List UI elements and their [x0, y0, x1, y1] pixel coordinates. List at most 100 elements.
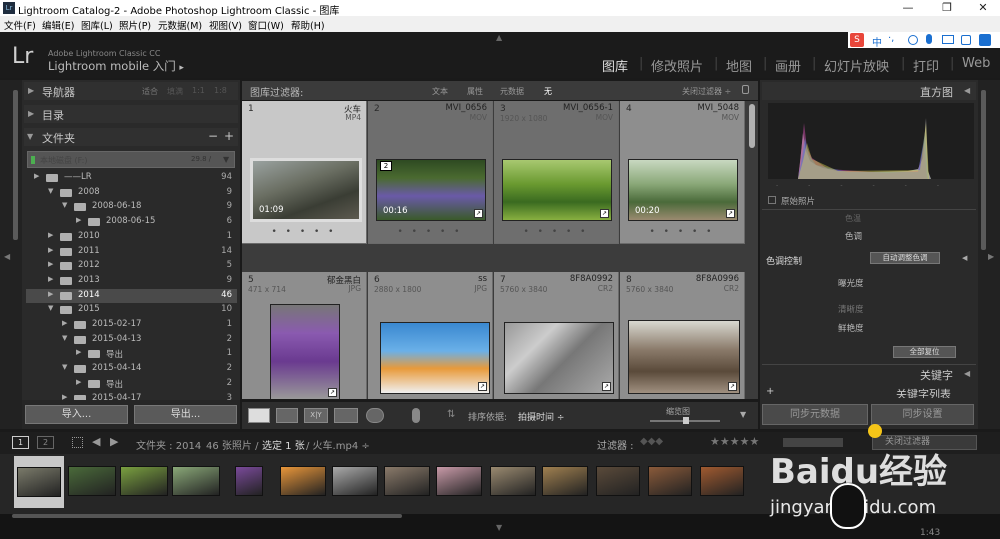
compare-view-icon[interactable]: X|Y — [304, 408, 328, 423]
expand-icon[interactable]: ▶ — [48, 246, 53, 254]
keyword-list-header[interactable]: + 关键字列表 — [762, 386, 976, 398]
toolbar-menu-icon[interactable]: ▼ — [740, 410, 746, 419]
nav-fit[interactable]: 适合 — [142, 86, 158, 97]
filmstrip-item[interactable] — [68, 466, 116, 496]
folder-row[interactable]: ▼ 2008-06-18 9 — [26, 200, 237, 215]
grid-scrollbar[interactable] — [749, 104, 755, 148]
folder-row[interactable]: ▶ 导出 1 — [26, 347, 237, 362]
expand-icon[interactable]: ▶ — [34, 172, 39, 180]
filmstrip-item[interactable] — [648, 466, 692, 496]
ime-punct[interactable]: ·, — [888, 33, 894, 44]
filmstrip-scrollbar[interactable] — [12, 514, 402, 518]
grid-icon[interactable] — [72, 437, 83, 448]
ime-mode[interactable]: 中 — [872, 34, 882, 49]
menu-view[interactable]: 视图(V) — [209, 18, 242, 32]
module-book[interactable]: 画册 — [775, 56, 801, 75]
grid-cell[interactable]: 1 火车 MP4 01:09 • • • • • — [242, 101, 367, 244]
menu-edit[interactable]: 编辑(E) — [42, 18, 74, 32]
close-button[interactable]: ✕ — [968, 1, 998, 14]
emoji-icon[interactable] — [908, 35, 918, 45]
folder-row[interactable]: ▼ 2008 9 — [26, 186, 237, 201]
filmstrip-item[interactable] — [436, 466, 482, 496]
thumbnail-slider-handle[interactable] — [683, 417, 689, 424]
folder-row[interactable]: ▶ 导出 2 — [26, 377, 237, 392]
collapse-left-icon[interactable]: ◀ — [4, 252, 10, 261]
grid-cell[interactable]: 6 ss JPG 2880 x 1800 ↗ — [368, 272, 493, 399]
filter-none[interactable]: 无 — [544, 86, 552, 97]
catalog-header[interactable]: ▶ 目录 — [24, 105, 238, 123]
menu-photo[interactable]: 照片(P) — [119, 18, 151, 32]
auto-tone-button[interactable]: 自动调整色调 — [870, 252, 940, 264]
nav-fill[interactable]: 填满 — [167, 86, 183, 97]
tone-control-icon[interactable]: ◀ — [962, 254, 967, 262]
expand-icon[interactable]: ▶ — [76, 348, 81, 356]
filter-attribute[interactable]: 属性 — [467, 86, 483, 97]
grid-cell[interactable]: 5 郁金黑白 JPG 471 x 714 ↗ — [242, 272, 367, 399]
sort-dropdown[interactable]: 拍摄时间 ÷ — [518, 410, 564, 423]
filmstrip-item[interactable] — [172, 466, 220, 496]
sort-direction-icon[interactable]: ⇅ — [447, 409, 455, 420]
grid-cell[interactable]: 4 MVI_5048 MOV 00:20 ↗ • • • • • — [620, 101, 745, 244]
expand-icon[interactable]: ▶ — [76, 216, 81, 224]
lightroom-mobile-link[interactable]: Lightroom mobile 入门 ▸ — [48, 58, 184, 74]
filmstrip-item[interactable] — [332, 466, 378, 496]
navigator-header[interactable]: ▶ 导航器 适合 填满 1:1 1:8 — [24, 82, 238, 100]
module-print[interactable]: 打印 — [913, 56, 939, 75]
source-path[interactable]: 文件夹 : 2014 — [136, 437, 201, 452]
folders-header[interactable]: ▼ 文件夹 − + — [24, 128, 238, 146]
tone-buttons[interactable] — [870, 230, 960, 240]
filter-preset-dropdown[interactable]: 关闭过滤器 ÷ — [682, 86, 731, 97]
filmstrip-item[interactable] — [596, 466, 640, 496]
right-scrollbar[interactable] — [981, 90, 986, 250]
filter-text[interactable]: 文本 — [432, 86, 448, 97]
folder-row[interactable]: ▶ 2008-06-15 6 — [26, 215, 237, 230]
folder-row[interactable]: ▼ 2015 10 — [26, 303, 237, 318]
filmstrip-item[interactable] — [280, 466, 326, 496]
selected-file[interactable]: / 火车.mp4 ÷ — [306, 437, 370, 452]
window-1-button[interactable]: 1 — [12, 436, 29, 449]
stack-count[interactable]: 2 — [380, 161, 392, 171]
thumbnail[interactable]: ↗ — [270, 304, 340, 399]
lock-icon[interactable] — [742, 85, 749, 94]
thumbnail[interactable]: ↗ — [628, 320, 740, 394]
maximize-button[interactable]: ❐ — [932, 1, 962, 14]
module-library[interactable]: 图库 — [602, 56, 628, 75]
flag-filter-icons[interactable]: ◆◆◆ — [640, 436, 663, 447]
window-2-button[interactable]: 2 — [37, 436, 54, 449]
menu-metadata[interactable]: 元数据(M) — [158, 18, 202, 32]
thumbnail[interactable]: ↗ — [502, 159, 612, 221]
grid-cell[interactable]: 7 8F8A0992 CR2 5760 x 3840 ↗ — [494, 272, 619, 399]
folder-row[interactable]: ▼ 2015-04-14 2 — [26, 362, 237, 377]
collapse-icon[interactable]: ▼ — [48, 187, 53, 195]
sync-metadata-button[interactable]: 同步元数据 — [762, 404, 868, 425]
collapse-right-icon[interactable]: ▶ — [988, 252, 994, 261]
filmstrip-item[interactable] — [14, 456, 64, 508]
module-slideshow[interactable]: 幻灯片放映 — [824, 56, 889, 75]
collapse-top-icon[interactable]: ▲ — [496, 33, 502, 42]
grid-cell[interactable]: 8 8F8A0996 CR2 5760 x 3840 ↗ — [620, 272, 745, 399]
keyboard-icon[interactable] — [942, 35, 954, 44]
remove-folder-button[interactable]: − — [208, 129, 218, 143]
filmstrip-item[interactable] — [120, 466, 168, 496]
thumbnail[interactable]: ↗ — [504, 322, 614, 394]
volume-menu-icon[interactable]: ▼ — [223, 155, 229, 164]
folder-row[interactable]: ▶ 2015-02-17 1 — [26, 318, 237, 333]
menu-help[interactable]: 帮助(H) — [291, 18, 325, 32]
grid-cell[interactable]: 3 MVI_0656-1 MOV 1920 x 1080 ↗ • • • • • — [494, 101, 619, 244]
folder-row[interactable]: ▶ 2013 9 — [26, 274, 237, 289]
expand-icon[interactable]: ▶ — [76, 378, 81, 386]
keywords-header[interactable]: 关键字 ◀ — [762, 366, 976, 384]
star-filter[interactable]: ★★★★★ — [710, 435, 759, 448]
folder-row[interactable]: ▶ 2014 46 — [26, 288, 237, 304]
module-web[interactable]: Web — [962, 56, 990, 71]
histogram-header[interactable]: 直方图 ◀ — [762, 82, 976, 100]
folder-row[interactable]: ▶ 2011 14 — [26, 245, 237, 260]
thumbnail[interactable]: 00:16 ↗ — [376, 159, 486, 221]
folder-row[interactable]: ▶ 2010 1 — [26, 230, 237, 245]
left-scrollbar[interactable] — [13, 90, 18, 240]
filmstrip-item[interactable] — [490, 466, 536, 496]
menu-file[interactable]: 文件(F) — [4, 18, 36, 32]
toolbox-icon[interactable] — [979, 34, 991, 46]
module-map[interactable]: 地图 — [726, 56, 752, 75]
expand-icon[interactable]: ▶ — [48, 290, 53, 298]
